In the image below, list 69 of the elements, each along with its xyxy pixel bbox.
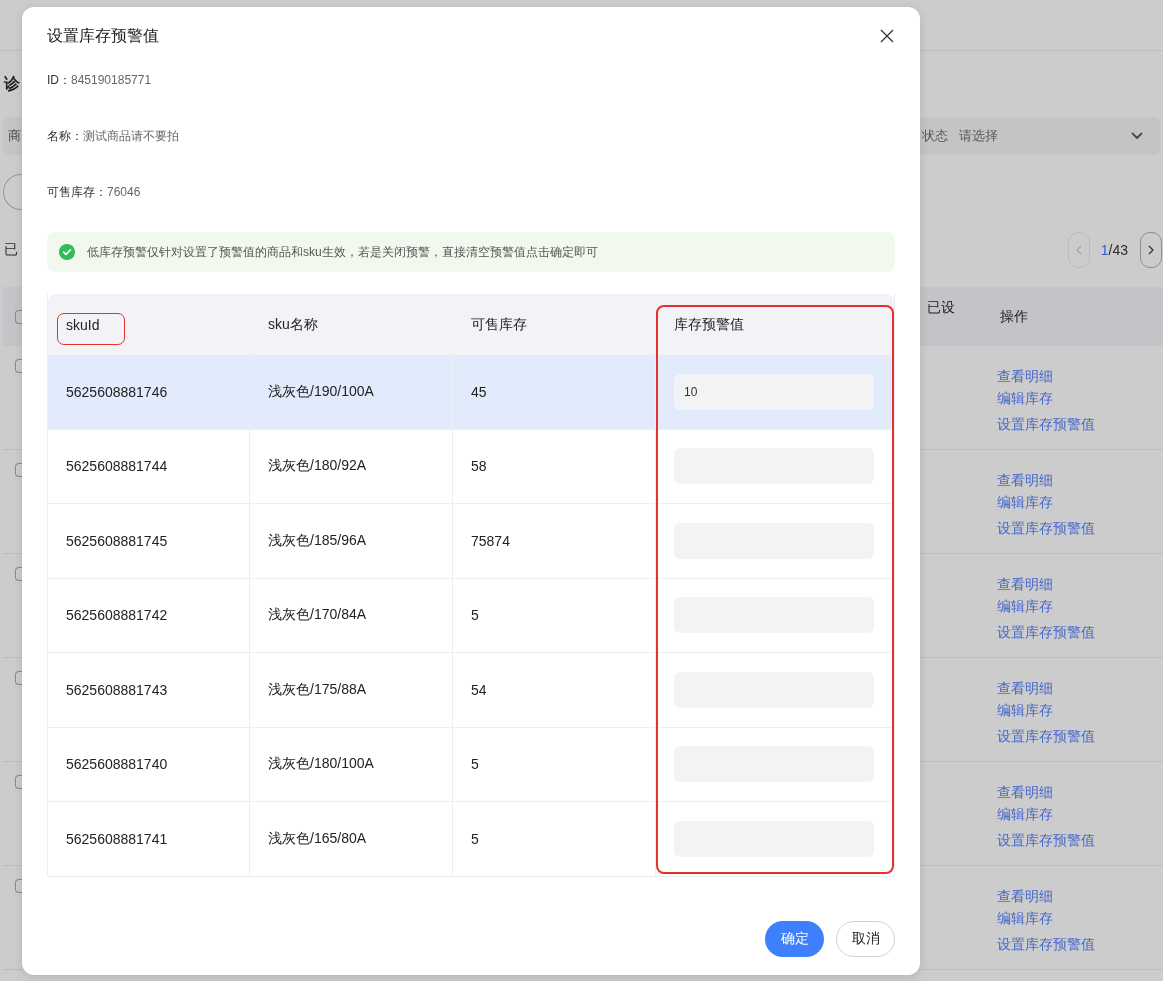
page-indicator: 1/43 <box>1100 242 1128 258</box>
action-link[interactable]: 查看明细 <box>997 573 1053 595</box>
table-cell: 58 <box>471 458 487 475</box>
column-header: skuId <box>66 316 100 333</box>
table-cell: 5625608881743 <box>66 681 168 698</box>
action-link[interactable]: 设置库存预警值 <box>997 725 1095 747</box>
status-select[interactable]: 请选择 <box>959 127 1143 145</box>
action-link[interactable]: 设置库存预警值 <box>997 517 1095 539</box>
table-cell: 浅灰色/175/88A <box>268 680 367 699</box>
table-cell: 5625608881742 <box>66 607 168 624</box>
column-header: 操作 <box>1000 307 1028 326</box>
table-cell: 5625608881740 <box>66 756 168 773</box>
field-label: 状态 <box>922 127 948 145</box>
action-link[interactable]: 编辑库存 <box>997 491 1053 513</box>
info-value: 845190185771 <box>71 73 152 87</box>
field-label: 商 <box>8 128 21 144</box>
action-link[interactable]: 编辑库存 <box>997 699 1053 721</box>
table-cell: 浅灰色/190/100A <box>268 382 374 401</box>
close-button[interactable] <box>880 29 894 43</box>
column-header: 已设 <box>927 298 955 317</box>
table-cell: 浅灰色/165/80A <box>268 829 367 848</box>
table-cell: 45 <box>471 383 487 400</box>
chevron-right-icon <box>1148 245 1154 255</box>
chevron-down-icon <box>1131 132 1143 140</box>
close-icon <box>880 29 894 43</box>
action-link[interactable]: 查看明细 <box>997 885 1053 907</box>
action-link[interactable]: 设置库存预警值 <box>997 413 1095 435</box>
table-cell: 浅灰色/180/100A <box>268 755 374 774</box>
check-circle-icon <box>59 244 75 260</box>
threshold-input[interactable]: 10 <box>674 373 874 410</box>
column-header: sku名称 <box>268 315 318 334</box>
column-header: 库存预警值 <box>674 315 744 334</box>
table-cell: 5 <box>471 607 479 624</box>
action-link[interactable]: 设置库存预警值 <box>997 621 1095 643</box>
confirm-button[interactable]: 确定 <box>765 921 824 957</box>
table-cell: 浅灰色/180/92A <box>268 457 367 476</box>
cancel-button[interactable]: 取消 <box>836 921 895 957</box>
table-cell: 54 <box>471 681 487 698</box>
next-page-button[interactable] <box>1140 232 1162 268</box>
page-heading: 诊 <box>4 74 20 94</box>
table-cell: 5625608881745 <box>66 532 168 549</box>
dialog-title: 设置库存预警值 <box>47 26 159 46</box>
info-value: 76046 <box>107 185 141 199</box>
action-link[interactable]: 编辑库存 <box>997 387 1053 409</box>
selection-label: 已 <box>3 241 18 259</box>
table-cell: 5 <box>471 830 479 847</box>
action-link[interactable]: 查看明细 <box>997 469 1053 491</box>
action-link[interactable]: 查看明细 <box>997 677 1053 699</box>
table-cell: 浅灰色/185/96A <box>268 531 367 550</box>
table-cell: 5625608881746 <box>66 383 168 400</box>
action-link[interactable]: 编辑库存 <box>997 595 1053 617</box>
action-link[interactable]: 查看明细 <box>997 365 1053 387</box>
table-cell: 75874 <box>471 532 510 549</box>
action-link[interactable]: 设置库存预警值 <box>997 933 1095 955</box>
column-header: 可售库存 <box>471 315 527 334</box>
table-cell: 浅灰色/170/84A <box>268 606 367 625</box>
info-label: 可售库存： <box>47 183 107 201</box>
table-cell: 5625608881741 <box>66 830 168 847</box>
info-label: 名称： <box>47 127 83 145</box>
notice-text: 低库存预警仅针对设置了预警值的商品和sku生效，若是关闭预警，直接清空预警值点击确定即可 <box>87 243 598 261</box>
action-link[interactable]: 编辑库存 <box>997 803 1053 825</box>
action-link[interactable]: 设置库存预警值 <box>997 829 1095 851</box>
action-link[interactable]: 编辑库存 <box>997 907 1053 929</box>
table-cell: 5625608881744 <box>66 458 168 475</box>
action-link[interactable]: 查看明细 <box>997 781 1053 803</box>
table-cell: 5 <box>471 756 479 773</box>
info-value: 测试商品请不要拍 <box>83 127 179 145</box>
chevron-left-icon <box>1075 245 1082 255</box>
info-label: ID： <box>47 71 71 89</box>
